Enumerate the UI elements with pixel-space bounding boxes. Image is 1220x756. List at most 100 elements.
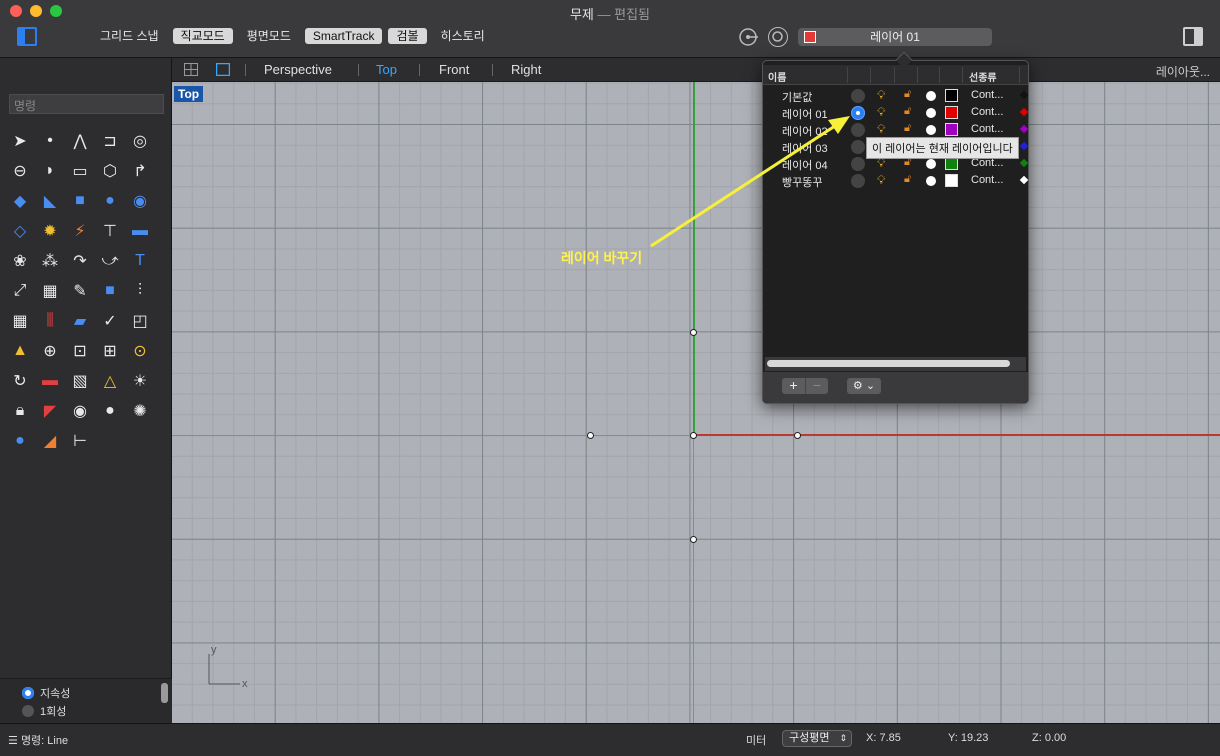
print-color-dot[interactable] (926, 91, 936, 101)
sphere-icon[interactable]: ● (95, 186, 125, 216)
unlock-icon[interactable]: 🔓︎ (904, 105, 911, 118)
mesh-plane-icon[interactable]: ◇ (5, 216, 35, 246)
cplane-select[interactable]: 구성평면 ⇕ (782, 730, 852, 747)
rotate-icon[interactable]: ✎ (65, 276, 95, 306)
white-circle-icon[interactable]: ● (95, 396, 125, 426)
unlock-icon[interactable]: 🔓︎ (904, 122, 911, 135)
tab-perspective[interactable]: Perspective (264, 62, 332, 77)
layout-icon[interactable]: ▰ (65, 306, 95, 336)
top-viewport[interactable]: Top 레이어 바꾸기 y x (172, 82, 1220, 723)
layer-linetype[interactable]: Cont... (971, 106, 1003, 118)
rotate-view-icon[interactable]: ↻ (5, 366, 35, 396)
mode-toggle[interactable]: 평면모드 (239, 28, 299, 44)
surface-plane-icon[interactable]: ◆ (5, 186, 35, 216)
lightbulb-icon[interactable]: 💡︎ (877, 122, 885, 137)
material-diamond-icon[interactable] (1019, 90, 1029, 100)
tab-front[interactable]: Front (439, 62, 469, 77)
unlock-icon[interactable]: 🔓︎ (904, 173, 911, 186)
point-icon[interactable]: • (35, 126, 65, 156)
render-icon[interactable]: ▲ (5, 336, 35, 366)
option-persistent[interactable]: 지속성 (22, 685, 70, 701)
curve-icon[interactable]: ⊐ (95, 126, 125, 156)
gumball-point[interactable] (690, 329, 697, 336)
material-diamond-icon[interactable] (1019, 141, 1029, 151)
zoom-selected-icon[interactable]: ⊙ (125, 336, 155, 366)
mode-toggle[interactable]: SmartTrack (304, 28, 383, 44)
render-sphere-icon[interactable]: ● (5, 426, 35, 456)
layer-options-gear-icon[interactable]: ⚙ ⌄ (847, 378, 881, 394)
fillet-icon[interactable]: ↷ (65, 246, 95, 276)
move-icon[interactable]: ⤢ (5, 276, 35, 306)
polyline-icon[interactable]: ⋀ (65, 126, 95, 156)
current-layer-radio[interactable] (851, 89, 865, 103)
spotlight-icon[interactable]: ◢ (35, 426, 65, 456)
check-icon[interactable]: ✓ (95, 306, 125, 336)
grid-plane-icon[interactable]: ▧ (65, 366, 95, 396)
viewport-label[interactable]: Top (174, 86, 204, 102)
print-color-dot[interactable] (926, 159, 936, 169)
mode-toggle[interactable]: 히스토리 (433, 28, 493, 44)
layer-color-swatch[interactable] (945, 174, 958, 187)
layer-row[interactable]: 레이어 01 💡︎ 🔓︎ Cont... (763, 104, 1029, 121)
four-viewports-icon[interactable] (184, 63, 198, 76)
gumball-point[interactable] (587, 432, 594, 439)
polygon-icon[interactable]: ⬡ (95, 156, 125, 186)
gumball-point[interactable] (794, 432, 801, 439)
remove-layer-icon[interactable]: − (805, 378, 828, 394)
layout-menu[interactable]: 레이아웃... (1156, 63, 1210, 80)
mode-toggle[interactable]: 검볼 (388, 28, 427, 44)
units-label[interactable]: 미터 (746, 732, 766, 748)
circle-icon[interactable]: ◎ (125, 126, 155, 156)
layer-row[interactable]: 기본값 💡︎ 🔓︎ Cont... (763, 87, 1029, 104)
split-icon[interactable]: ⊤ (95, 216, 125, 246)
material-diamond-icon[interactable] (1019, 175, 1029, 185)
print-color-dot[interactable] (926, 125, 936, 135)
mode-toggle[interactable]: 그리드 스냅 (92, 28, 167, 44)
scroll-thumb[interactable] (767, 360, 1010, 367)
blend-icon[interactable]: ⤻ (95, 246, 125, 276)
current-layer-radio[interactable] (851, 157, 865, 171)
dimension-icon[interactable]: ⫼ (35, 306, 65, 336)
osnap-target-icon[interactable] (768, 27, 788, 47)
boolean-icon[interactable]: ❀ (5, 246, 35, 276)
explode-icon[interactable]: ✹ (35, 216, 65, 246)
materials-icon[interactable]: ◤ (35, 396, 65, 426)
col-linetype[interactable]: 선종류 (969, 69, 997, 84)
current-layer-radio[interactable] (851, 174, 865, 188)
tab-right[interactable]: Right (511, 62, 541, 77)
layer-scrollbar[interactable] (765, 357, 1026, 371)
layer-name[interactable]: 빵꾸똥꾸 (782, 174, 822, 190)
lightbulb-icon[interactable]: 💡︎ (877, 88, 885, 103)
col-name[interactable]: 이름 (768, 69, 786, 84)
material-diamond-icon[interactable] (1019, 124, 1029, 134)
ellipse-icon[interactable]: ⊖ (5, 156, 35, 186)
color-wheel-icon[interactable]: ◉ (65, 396, 95, 426)
add-layer-icon[interactable]: + (782, 378, 805, 394)
unlock-icon[interactable]: 🔓︎ (904, 88, 911, 101)
gumball-point-icon[interactable] (738, 27, 758, 47)
text-icon[interactable]: T (125, 246, 155, 276)
lightbulb-icon[interactable]: 💡︎ (877, 173, 885, 188)
current-layer-radio[interactable] (851, 140, 865, 154)
join-icon[interactable]: ▬ (125, 216, 155, 246)
material-diamond-icon[interactable] (1019, 158, 1029, 168)
layer-color-swatch[interactable] (945, 106, 958, 119)
grid-array-icon[interactable]: ▦ (5, 306, 35, 336)
current-layer-radio[interactable] (851, 123, 865, 137)
print-color-dot[interactable] (926, 108, 936, 118)
rectangle-icon[interactable]: ▭ (65, 156, 95, 186)
project-icon[interactable]: ⫶ (125, 276, 155, 306)
lock-icon[interactable]: 🔒︎ (5, 396, 35, 426)
layer-row[interactable]: 빵꾸똥꾸 💡︎ 🔓︎ Cont... (763, 172, 1029, 190)
vehicle-icon[interactable]: ▬ (35, 366, 65, 396)
fillet-curve-icon[interactable]: ↱ (125, 156, 155, 186)
layer-name[interactable]: 레이어 02 (782, 123, 828, 139)
toggle-right-panel-icon[interactable] (1183, 27, 1203, 46)
light-bulb-icon[interactable]: ☀ (125, 366, 155, 396)
analyze-icon[interactable]: ◰ (125, 306, 155, 336)
current-layer-radio[interactable] (851, 106, 865, 120)
tab-top[interactable]: Top (376, 62, 397, 77)
cylinder-icon[interactable]: ◉ (125, 186, 155, 216)
options-scrollbar[interactable] (161, 683, 168, 703)
array-icon[interactable]: ▦ (35, 276, 65, 306)
